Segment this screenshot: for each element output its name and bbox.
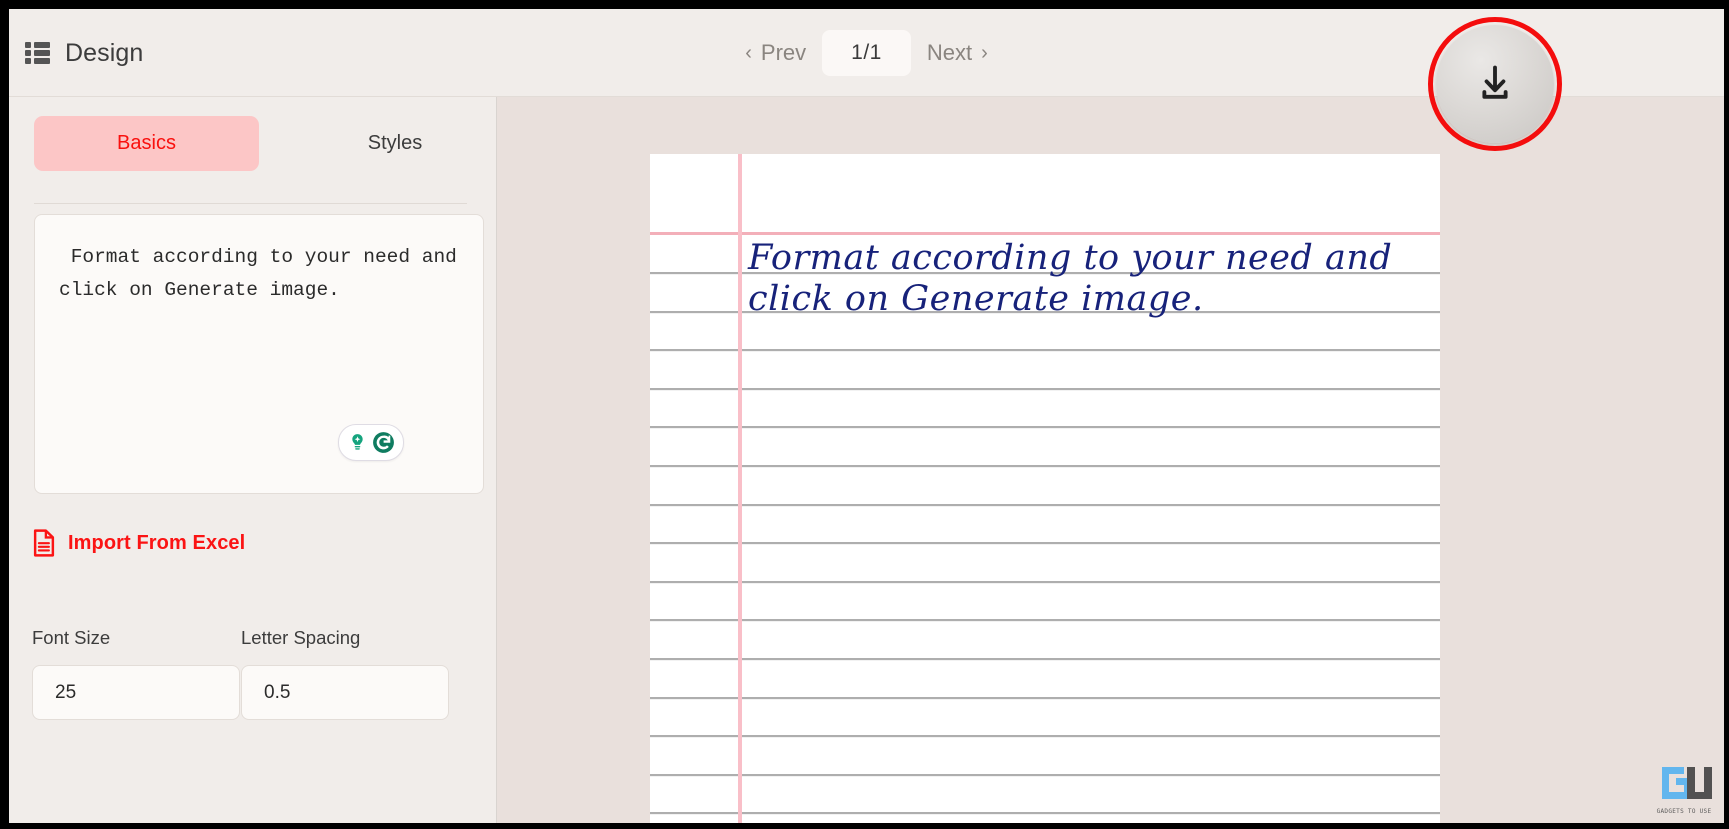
- grammarly-g-icon: [373, 432, 394, 453]
- paper-rule-line: [650, 580, 1440, 583]
- sidebar-divider: [34, 203, 467, 204]
- design-sidebar: Basics Styles Format according to your n…: [9, 97, 497, 823]
- notebook-paper[interactable]: Format according to your need and click …: [650, 154, 1440, 823]
- watermark-caption: GADGETS TO USE: [1656, 808, 1712, 815]
- paper-rule-line: [650, 503, 1440, 506]
- excel-document-icon: [33, 529, 55, 557]
- tab-styles[interactable]: Styles: [315, 116, 475, 171]
- handwriting-preview-text: Format according to your need and click …: [748, 238, 1404, 319]
- paper-margin-line: [738, 154, 742, 823]
- letter-spacing-label: Letter Spacing: [241, 627, 361, 648]
- prev-page-label: Prev: [760, 40, 807, 65]
- paper-rule-line: [650, 349, 1440, 352]
- page-indicator: 1/1: [822, 30, 911, 76]
- header-brand: Design: [25, 9, 143, 97]
- frame-right: [1724, 0, 1729, 829]
- chevron-right-icon: ›: [981, 42, 988, 64]
- import-from-excel-button[interactable]: Import From Excel: [32, 529, 245, 557]
- frame-top: [0, 0, 1729, 9]
- app-header: Design ‹ Prev 1/1 Next ›: [9, 9, 1724, 151]
- paper-rule-line: [650, 387, 1440, 390]
- frame-left: [0, 0, 9, 829]
- content-textarea[interactable]: Format according to your need and click …: [57, 239, 473, 309]
- grammarly-widget[interactable]: [338, 424, 404, 461]
- paper-rule-line: [650, 542, 1440, 545]
- app-root: Design ‹ Prev 1/1 Next › Basics Styles F…: [0, 0, 1729, 829]
- next-page-button[interactable]: Next ›: [911, 31, 1004, 75]
- paper-rule-line: [650, 658, 1440, 660]
- preview-pane: Format according to your need and click …: [497, 97, 1724, 823]
- download-button-area: [1428, 17, 1562, 151]
- paper-rule-line: [650, 735, 1440, 738]
- paper-rule-line: [650, 773, 1440, 776]
- paper-header-rule: [650, 232, 1440, 235]
- tab-basics[interactable]: Basics: [34, 116, 259, 171]
- tab-bar: Basics Styles: [9, 116, 496, 171]
- font-size-field: Font Size: [32, 627, 240, 720]
- gadgets-to-use-logo-icon: [1662, 767, 1712, 799]
- next-page-label: Next: [926, 40, 973, 65]
- watermark-logo: GADGETS TO USE: [1656, 761, 1712, 817]
- font-size-input[interactable]: [32, 665, 240, 720]
- letter-spacing-input[interactable]: [241, 665, 449, 720]
- list-icon[interactable]: [25, 42, 50, 64]
- import-from-excel-label: Import From Excel: [68, 531, 246, 554]
- prev-page-button[interactable]: ‹ Prev: [729, 31, 822, 75]
- lightbulb-icon: [352, 434, 363, 450]
- paper-rule-line: [650, 426, 1440, 429]
- text-input-card: Format according to your need and click …: [34, 214, 484, 494]
- page-title: Design: [65, 38, 144, 67]
- paper-rule-line: [650, 465, 1440, 467]
- paper-rule-line: [650, 696, 1440, 699]
- frame-bottom: [0, 823, 1729, 829]
- font-size-label: Font Size: [32, 627, 111, 648]
- letter-spacing-field: Letter Spacing: [241, 627, 449, 720]
- paper-rule-line: [650, 619, 1440, 622]
- chevron-left-icon: ‹: [745, 42, 752, 64]
- paper-rule-line: [650, 812, 1440, 815]
- annotation-circle: [1428, 17, 1562, 151]
